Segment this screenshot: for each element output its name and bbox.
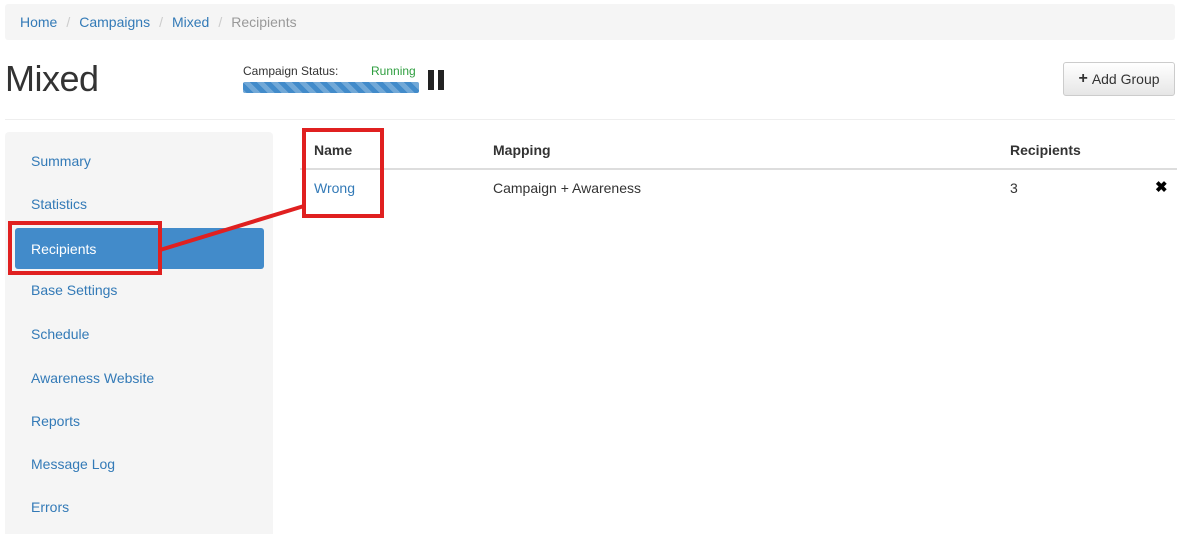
campaign-status-label: Campaign Status: [243,64,339,78]
sidebar-item-label: Base Settings [31,282,118,298]
sidebar-item-label: Summary [31,153,91,169]
sidebar-item-label: Message Log [31,456,116,472]
sidebar-item-summary[interactable]: Summary [15,142,264,180]
sidebar-item-message-log[interactable]: Message Log [15,445,264,483]
group-mapping: Campaign + Awareness [493,180,641,196]
sidebar-item-awareness-website[interactable]: Awareness Website [15,359,264,397]
sidebar-item-reports[interactable]: Reports [15,402,264,440]
pause-icon[interactable] [428,70,444,90]
sidebar-item-recipients[interactable]: Recipients [15,228,264,269]
close-icon[interactable]: ✖ [1155,178,1168,196]
table-header-divider [300,168,1177,170]
breadcrumb-mixed[interactable]: Mixed [172,14,209,30]
sidebar-item-label: Statistics [31,196,88,212]
group-name-link[interactable]: Wrong [314,180,355,196]
campaign-progress-bar [243,82,419,93]
sidebar-item-label: Schedule [31,326,90,342]
breadcrumb-separator: / [159,14,163,30]
breadcrumb-separator: / [218,14,223,30]
sidebar-item-schedule[interactable]: Schedule [15,315,264,353]
breadcrumb-home[interactable]: Home [20,14,57,30]
plus-icon: + [1078,70,1088,87]
column-header-recipients: Recipients [1010,142,1081,158]
campaign-progress-fill [243,82,419,93]
sidebar-item-label: Recipients [31,240,97,257]
sidebar-item-base-settings[interactable]: Base Settings [15,271,264,309]
add-group-button[interactable]: + Add Group [1063,62,1175,96]
breadcrumb-separator: / [66,14,71,30]
sidebar-item-label: Reports [31,413,81,429]
breadcrumb-recipients: Recipients [231,14,297,30]
group-recipient-count: 3 [1010,180,1018,196]
sidebar-item-errors[interactable]: Errors [15,488,264,526]
column-header-name: Name [314,142,353,158]
sidebar-item-label: Awareness Website [31,370,155,386]
add-group-label: Add Group [1091,71,1160,87]
sidebar: Summary Statistics Recipients Base Setti… [5,132,273,534]
page-title: Mixed [5,58,99,99]
campaign-status-value: Running [371,64,416,78]
breadcrumb-campaigns[interactable]: Campaigns [79,14,150,30]
page: Home / Campaigns / Mixed / Recipients Mi… [0,0,1177,534]
campaign-status: Campaign Status: Running [243,64,453,96]
breadcrumb: Home / Campaigns / Mixed / Recipients [5,4,1175,40]
header-divider [5,119,1175,120]
sidebar-item-statistics[interactable]: Statistics [15,185,264,223]
sidebar-item-label: Errors [31,499,70,515]
column-header-mapping: Mapping [493,142,551,158]
